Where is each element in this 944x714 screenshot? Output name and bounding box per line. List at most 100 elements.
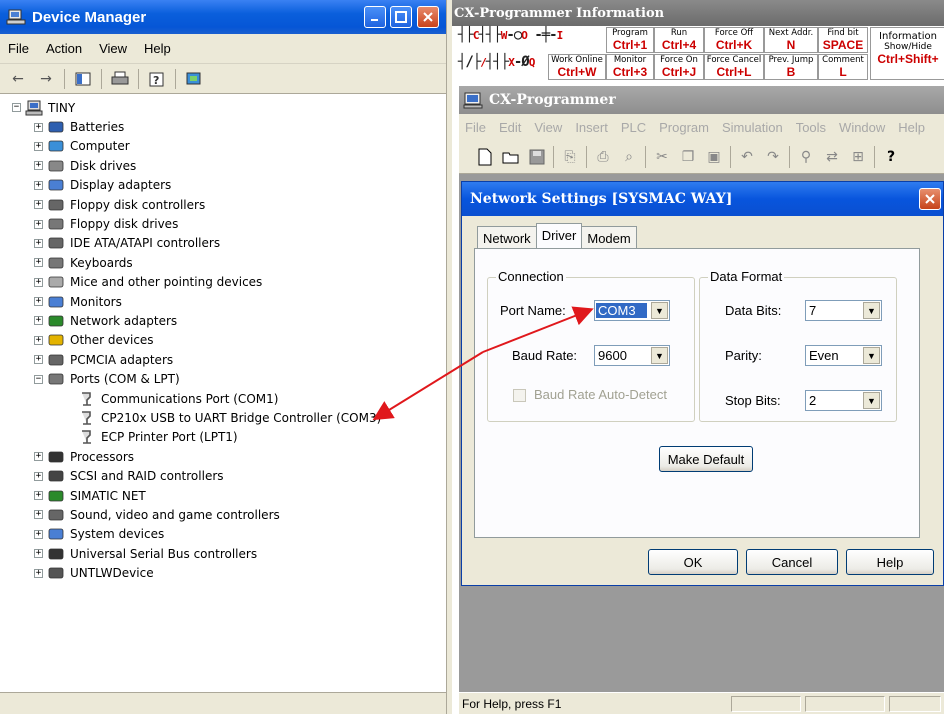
cross-reference-icon[interactable]: ⊞ xyxy=(848,147,868,167)
cx-info-titlebar[interactable]: CX-Programmer Information xyxy=(452,0,944,26)
menu-view[interactable]: View xyxy=(99,41,127,56)
undo-icon[interactable]: ↶ xyxy=(737,147,757,167)
tree-category[interactable]: + Universal Serial Bus controllers xyxy=(12,544,446,563)
tree-category[interactable]: + Processors xyxy=(12,447,446,466)
tree-category[interactable]: + Sound, video and game controllers xyxy=(12,505,446,524)
cx-programmer-titlebar[interactable]: CX-Programmer xyxy=(459,86,944,114)
tree-category[interactable]: − Ports (COM & LPT) xyxy=(12,369,446,388)
copy-icon[interactable]: ❐ xyxy=(678,147,698,167)
collapse-toggle-icon[interactable]: − xyxy=(34,374,43,384)
device-manager-titlebar[interactable]: Device Manager xyxy=(0,0,452,34)
help-context-icon[interactable]: ? xyxy=(881,147,901,167)
cx-menu-view[interactable]: View xyxy=(534,120,562,135)
tree-category[interactable]: + Floppy disk drives xyxy=(12,214,446,233)
expand-toggle-icon[interactable]: + xyxy=(34,258,43,268)
make-default-button[interactable]: Make Default xyxy=(659,446,753,472)
forward-arrow-icon[interactable]: → xyxy=(36,70,56,88)
tab-modem[interactable]: Modem xyxy=(581,226,637,248)
expand-toggle-icon[interactable]: + xyxy=(34,549,43,559)
tree-port-item[interactable]: CP210x USB to UART Bridge Controller (CO… xyxy=(12,408,446,427)
show-hide-console-tree-icon[interactable] xyxy=(73,70,93,88)
expand-toggle-icon[interactable]: + xyxy=(34,219,43,229)
baud-rate-select[interactable]: 9600 ▼ xyxy=(594,345,670,366)
expand-toggle-icon[interactable]: + xyxy=(34,355,43,365)
cx-menu-insert[interactable]: Insert xyxy=(575,120,608,135)
paste-icon[interactable]: ▣ xyxy=(704,147,724,167)
tree-port-item[interactable]: ECP Printer Port (LPT1) xyxy=(12,428,446,447)
tree-category[interactable]: + Keyboards xyxy=(12,253,446,272)
minimize-button[interactable] xyxy=(364,6,386,28)
cx-menu-edit[interactable]: Edit xyxy=(499,120,521,135)
tree-category[interactable]: + UNTLWDevice xyxy=(12,563,446,582)
parity-select[interactable]: Even ▼ xyxy=(805,345,882,366)
expand-toggle-icon[interactable]: + xyxy=(34,510,43,520)
dialog-close-button[interactable] xyxy=(919,188,941,210)
expand-toggle-icon[interactable]: + xyxy=(34,161,43,171)
expand-toggle-icon[interactable]: + xyxy=(34,122,43,132)
chevron-down-icon[interactable]: ▼ xyxy=(651,302,668,319)
expand-toggle-icon[interactable]: + xyxy=(34,180,43,190)
tree-category[interactable]: + Computer xyxy=(12,137,446,156)
information-toggle[interactable]: Information Show/Hide Ctrl+Shift+ xyxy=(870,27,944,80)
network-settings-titlebar[interactable]: Network Settings [SYSMAC WAY] xyxy=(462,182,943,216)
cx-menu-simulation[interactable]: Simulation xyxy=(722,120,783,135)
cx-menu-file[interactable]: File xyxy=(465,120,486,135)
print-icon[interactable] xyxy=(110,70,130,88)
expand-toggle-icon[interactable]: + xyxy=(34,200,43,210)
replace-icon[interactable]: ⇄ xyxy=(822,147,842,167)
expand-toggle-icon[interactable]: + xyxy=(34,491,43,500)
expand-toggle-icon[interactable]: + xyxy=(34,297,43,307)
save-icon[interactable] xyxy=(527,147,547,167)
expand-toggle-icon[interactable]: + xyxy=(34,238,43,248)
help-button[interactable]: Help xyxy=(846,549,934,575)
cut-icon[interactable]: ✂ xyxy=(652,147,672,167)
properties-icon[interactable]: ? xyxy=(147,70,167,88)
tree-category[interactable]: + SIMATIC NET xyxy=(12,486,446,505)
expand-toggle-icon[interactable]: + xyxy=(34,568,43,578)
menu-help[interactable]: Help xyxy=(144,41,171,56)
expand-toggle-icon[interactable]: + xyxy=(34,316,43,326)
find-icon[interactable]: ⚲ xyxy=(796,147,816,167)
data-bits-select[interactable]: 7 ▼ xyxy=(805,300,882,321)
expand-toggle-icon[interactable]: + xyxy=(34,529,43,539)
open-folder-icon[interactable] xyxy=(501,147,521,167)
tab-network[interactable]: Network xyxy=(477,226,537,248)
tree-category[interactable]: + Disk drives xyxy=(12,156,446,175)
tree-category[interactable]: + Network adapters xyxy=(12,311,446,330)
menu-action[interactable]: Action xyxy=(46,41,82,56)
cx-menu-help[interactable]: Help xyxy=(898,120,925,135)
chevron-down-icon[interactable]: ▼ xyxy=(863,347,880,364)
tree-category[interactable]: + PCMCIA adapters xyxy=(12,350,446,369)
scan-hardware-icon[interactable] xyxy=(184,70,204,88)
tab-driver[interactable]: Driver xyxy=(535,223,583,248)
tree-category[interactable]: + Monitors xyxy=(12,292,446,311)
back-arrow-icon[interactable]: ← xyxy=(8,70,28,88)
cancel-button[interactable]: Cancel xyxy=(746,549,838,575)
preview-icon[interactable]: ⎘ xyxy=(560,147,580,167)
cx-menu-tools[interactable]: Tools xyxy=(796,120,826,135)
expand-toggle-icon[interactable]: + xyxy=(34,471,43,481)
tree-category[interactable]: + Floppy disk controllers xyxy=(12,195,446,214)
chevron-down-icon[interactable]: ▼ xyxy=(863,392,880,409)
tree-category[interactable]: + SCSI and RAID controllers xyxy=(12,466,446,485)
tree-category[interactable]: + Mice and other pointing devices xyxy=(12,273,446,292)
tree-category[interactable]: + Batteries xyxy=(12,117,446,136)
tree-category[interactable]: + Other devices xyxy=(12,331,446,350)
close-button[interactable] xyxy=(417,6,439,28)
print-icon[interactable]: ⎙ xyxy=(593,147,613,167)
cx-menu-program[interactable]: Program xyxy=(659,120,709,135)
maximize-button[interactable] xyxy=(390,6,412,28)
chevron-down-icon[interactable]: ▼ xyxy=(863,302,880,319)
expand-toggle-icon[interactable]: + xyxy=(34,335,43,345)
redo-icon[interactable]: ↷ xyxy=(763,147,783,167)
tree-category[interactable]: + Display adapters xyxy=(12,176,446,195)
tree-category[interactable]: + IDE ATA/ATAPI controllers xyxy=(12,234,446,253)
chevron-down-icon[interactable]: ▼ xyxy=(651,347,668,364)
port-name-select[interactable]: COM3 ▼ xyxy=(594,300,670,321)
collapse-toggle-icon[interactable]: − xyxy=(12,103,21,113)
expand-toggle-icon[interactable]: + xyxy=(34,141,43,151)
cx-menu-plc[interactable]: PLC xyxy=(621,120,646,135)
stop-bits-select[interactable]: 2 ▼ xyxy=(805,390,882,411)
print-preview-icon[interactable]: ⌕ xyxy=(619,147,639,167)
baud-autodetect-checkbox[interactable] xyxy=(513,389,526,402)
